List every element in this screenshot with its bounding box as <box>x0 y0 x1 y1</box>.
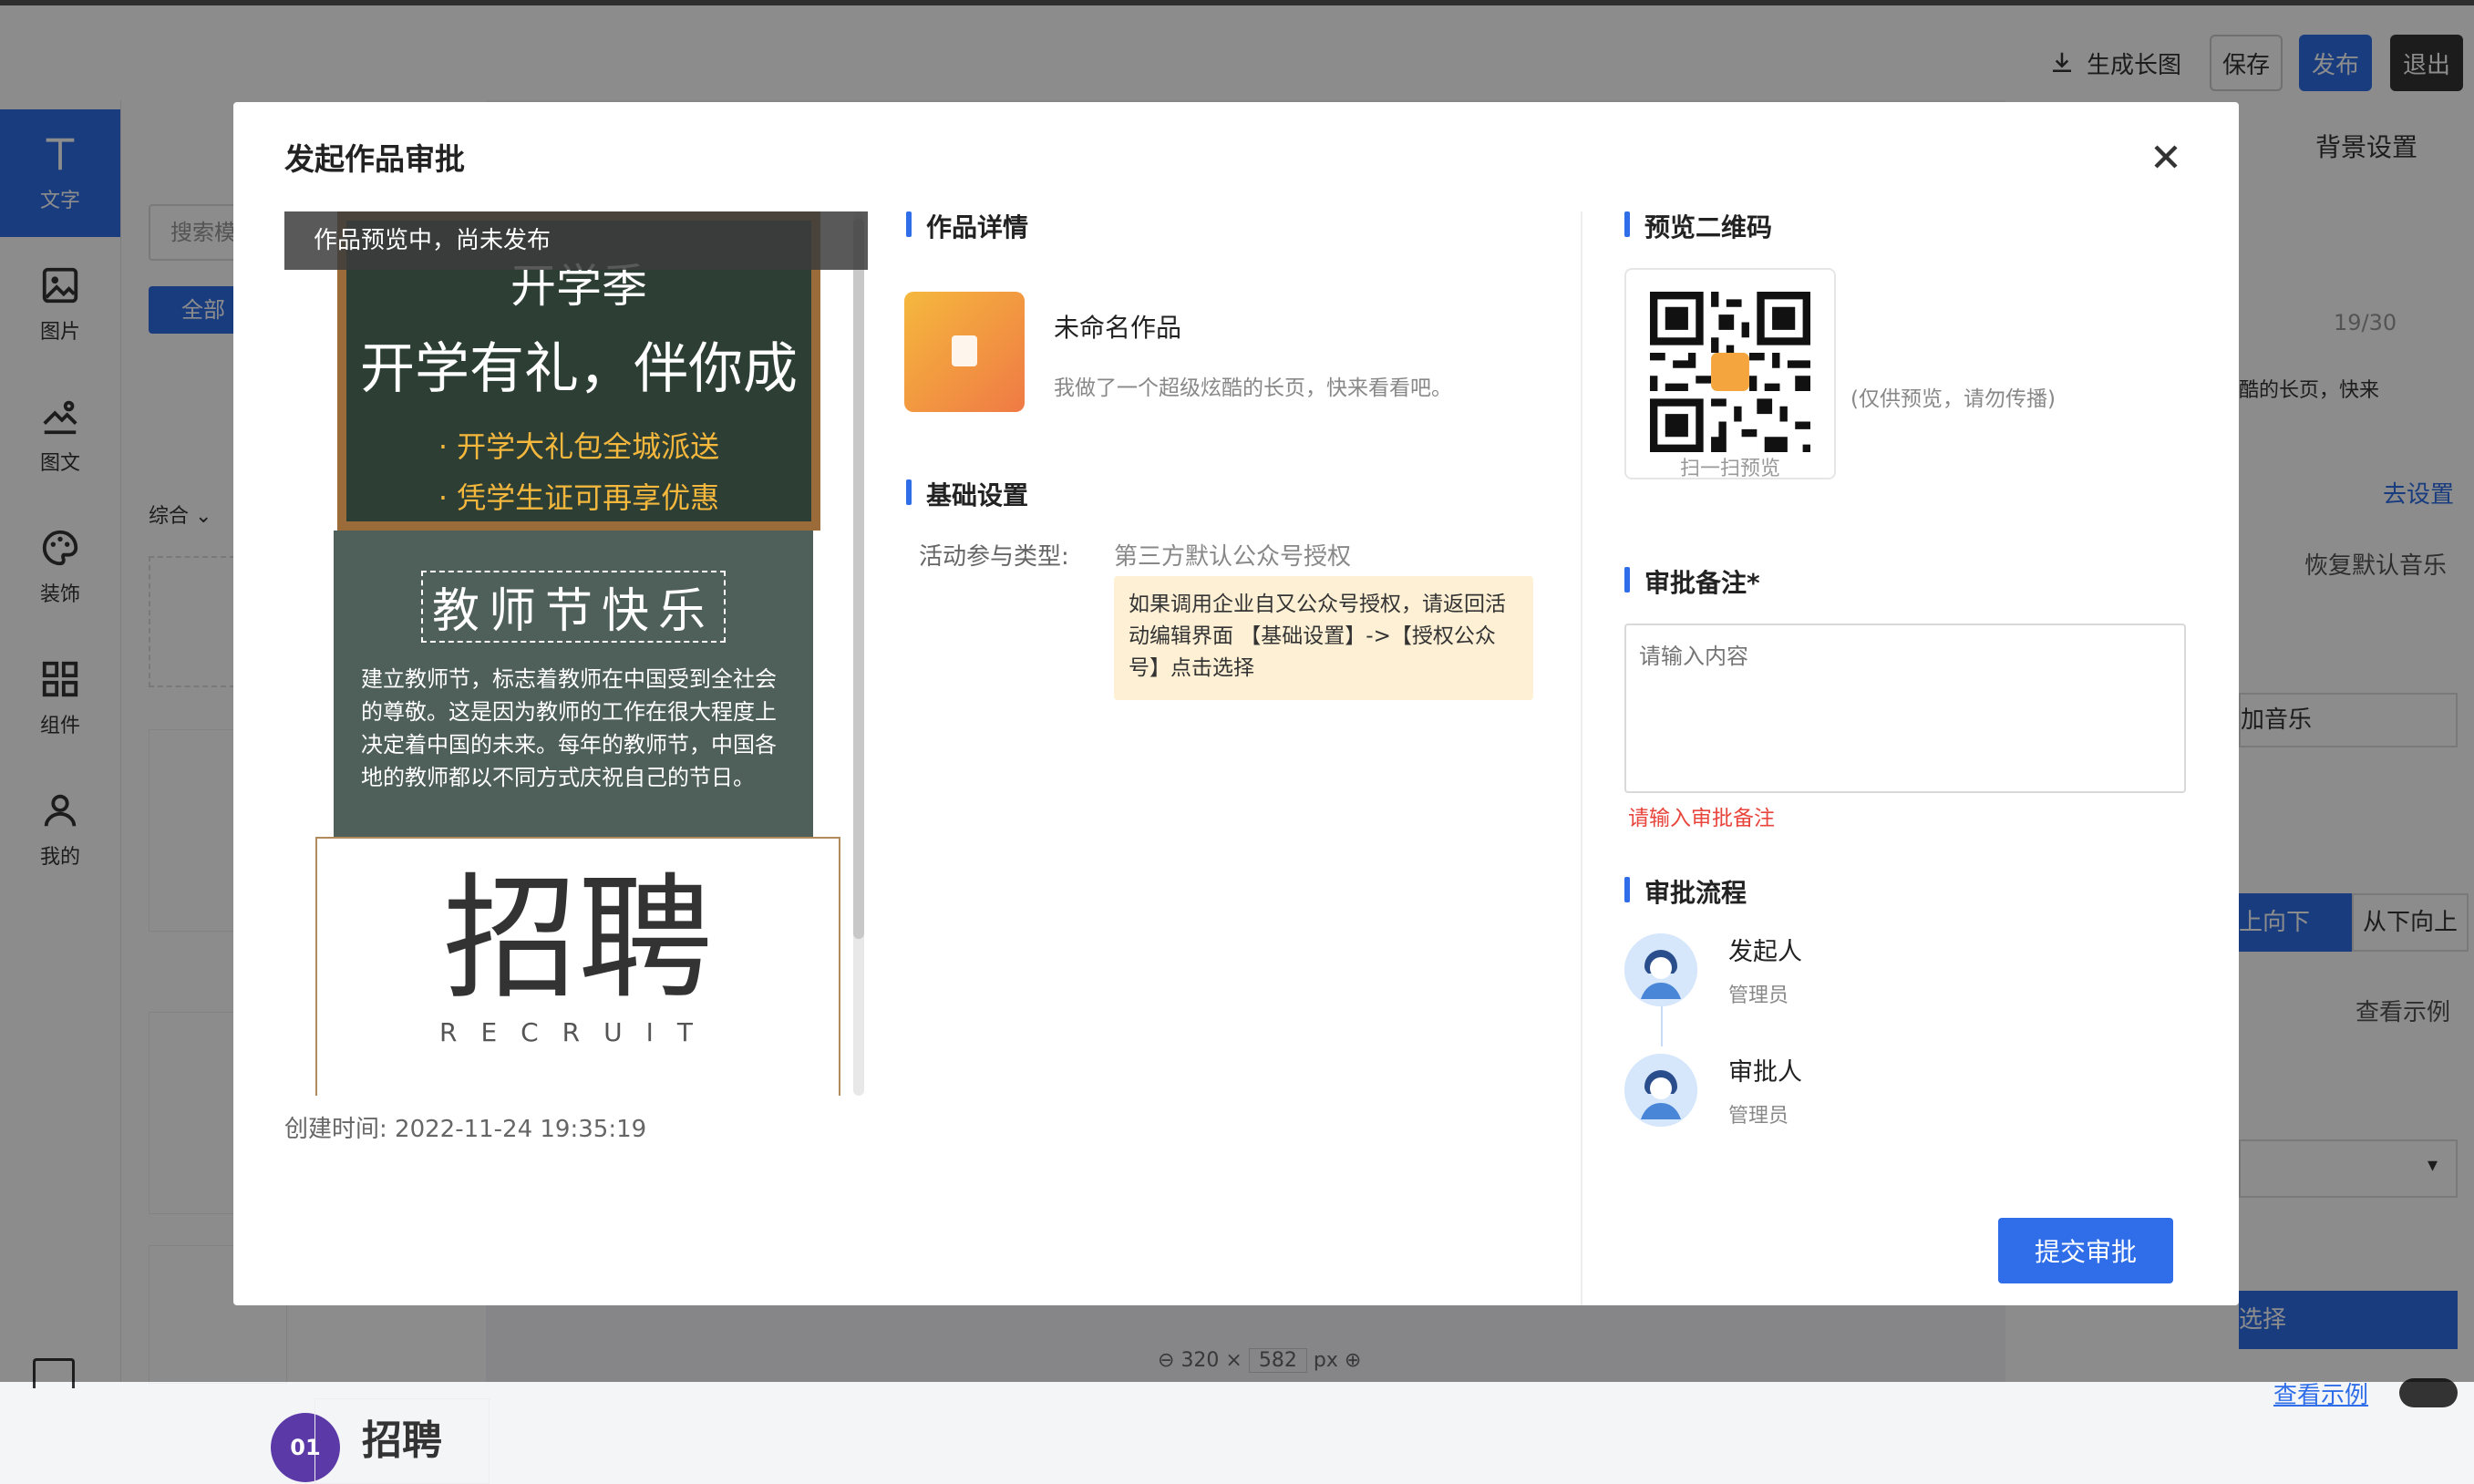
work-name: 未命名作品 <box>1054 313 1182 343</box>
poster-bullet: · 凭学生证可再享优惠 <box>438 480 720 515</box>
user-avatar-icon <box>1624 1054 1697 1127</box>
poster-teachers-day: 教师节快乐 建立教师节，标志着教师在中国受到全社会的尊敬。这是因为教师的工作在很… <box>334 531 813 840</box>
approval-remark-input[interactable] <box>1624 623 2186 793</box>
section-title-basic: 基础设置 <box>906 476 1028 512</box>
poster3-title: 招聘 <box>443 861 713 1017</box>
user-avatar-icon <box>1624 933 1697 1006</box>
preview-banner: 作品预览中，尚未发布 <box>284 211 868 270</box>
column-divider <box>1581 211 1582 1305</box>
participation-type-value: 第三方默认公众号授权 <box>1114 543 1352 571</box>
work-preview[interactable]: 开学季 开学有礼，伴你成 · 开学大礼包全城派送 · 凭学生证可再享优惠 教师节… <box>284 211 868 1096</box>
flow-step-role: 审批人 <box>1728 1058 1802 1087</box>
work-thumbnail <box>904 292 1025 412</box>
required-mark: * <box>1747 568 1760 598</box>
avatar <box>1624 933 1697 1006</box>
poster-bullet: · 开学大礼包全城派送 <box>438 429 720 464</box>
poster2-body: 建立教师节，标志着教师在中国受到全社会的尊敬。这是因为教师的工作在很大程度上决定… <box>361 666 777 790</box>
avatar <box>1624 1054 1697 1127</box>
flow-connector <box>1661 1006 1663 1046</box>
submit-approval-button[interactable]: 提交审批 <box>1998 1218 2173 1283</box>
work-description: 我做了一个超级炫酷的长页，快来看看吧。 <box>1054 376 1452 400</box>
section-title-flow: 审批流程 <box>1624 873 1747 910</box>
document-icon <box>952 335 977 366</box>
scan-preview-label: 扫一扫预览 <box>1679 458 1780 480</box>
created-time: 创建时间: 2022-11-24 19:35:19 <box>284 1116 647 1143</box>
qr-note: (仅供预览，请勿传播) <box>1850 387 2056 411</box>
participation-type-label: 活动参与类型: <box>919 543 1069 571</box>
remark-title: 审批备注 <box>1644 568 1747 598</box>
poster2-title: 教师节快乐 <box>421 571 726 643</box>
section-title-details: 作品详情 <box>906 208 1028 244</box>
poster-line2: 开学有礼，伴你成 <box>360 337 798 401</box>
modal-title: 发起作品审批 <box>284 141 465 177</box>
flow-step-role: 发起人 <box>1728 938 1802 966</box>
poster-recruit: 招聘 RECRUIT <box>315 837 840 1096</box>
qr-code-icon <box>1650 292 1810 452</box>
authorization-tip: 如果调用企业自又公众号授权，请返回活动编辑界面 【基础设置】->【授权公众号】点… <box>1114 576 1533 700</box>
qr-code-card: 扫一扫预览 <box>1624 268 1836 480</box>
template-thumb-recruit[interactable]: 招聘 <box>314 1398 490 1484</box>
preview-scrollbar-thumb[interactable] <box>853 219 864 939</box>
poster3-sub: RECRUIT <box>438 1017 716 1047</box>
section-title-remark: 审批备注* <box>1624 563 1760 600</box>
section-title-qr: 预览二维码 <box>1624 208 1772 244</box>
approval-modal: 发起作品审批 开学季 开学有礼，伴你成 · 开学大礼包全城派送 · 凭学生证可再… <box>233 102 2239 1305</box>
close-icon[interactable] <box>2146 137 2186 177</box>
remark-error: 请输入审批备注 <box>1628 807 1775 830</box>
toggle-switch[interactable] <box>2399 1378 2458 1407</box>
flow-step-user: 管理员 <box>1728 1105 1789 1128</box>
flow-step-user: 管理员 <box>1728 984 1789 1007</box>
